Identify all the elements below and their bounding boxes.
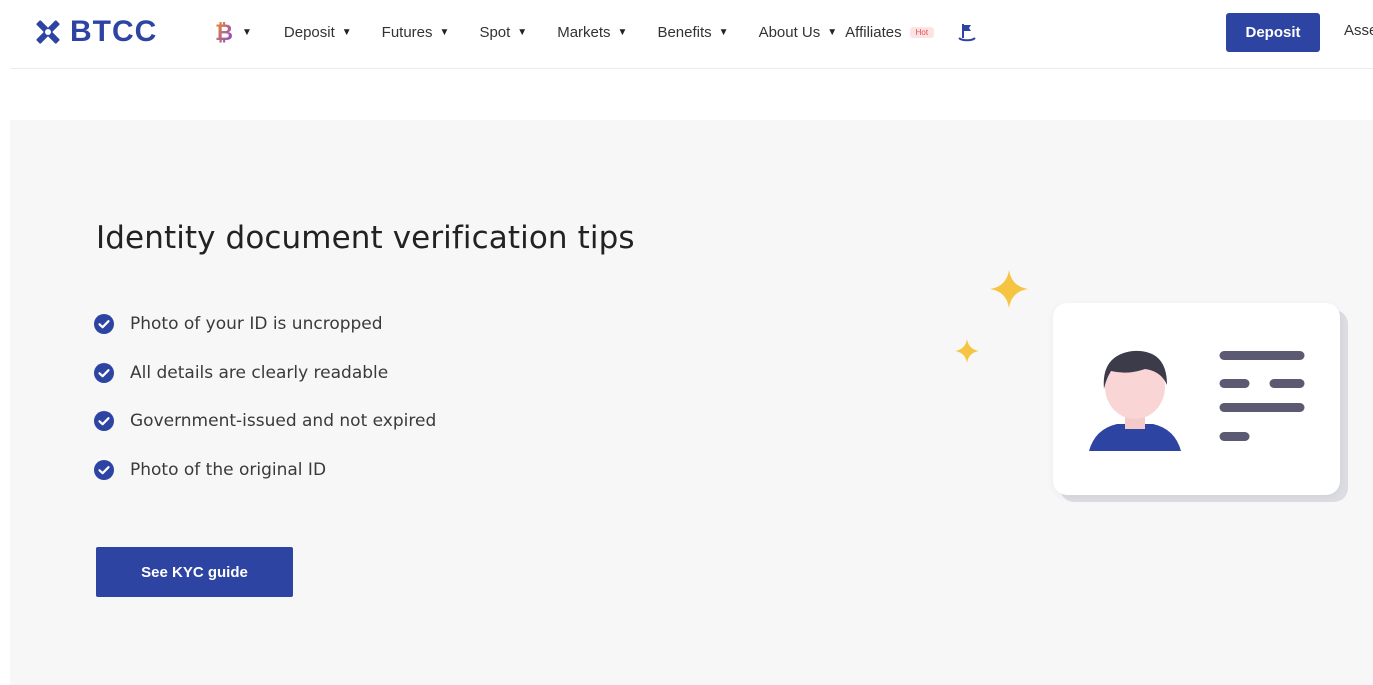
caret-down-icon: ▼: [517, 26, 528, 38]
main-nav: ₿ ▼ Deposit ▼ Futures ▼ Spot ▼ Markets ▼…: [214, 20, 978, 44]
check-circle-icon: [94, 314, 114, 334]
verification-tips-panel: Identity document verification tips Phot…: [10, 120, 1373, 685]
sparkle-icon: [955, 339, 979, 363]
svg-text:₿: ₿: [215, 20, 233, 44]
id-card-illustration: [1053, 303, 1340, 495]
caret-down-icon: ▼: [827, 26, 838, 38]
id-card-lines: [1219, 351, 1305, 441]
nav-label: Futures: [381, 23, 433, 41]
hot-badge: Hot: [909, 26, 935, 38]
brand-name: BTCC: [70, 15, 158, 48]
nav-label: Affiliates: [845, 23, 902, 41]
caret-down-icon: ▼: [439, 26, 450, 38]
page-title: Identity document verification tips: [96, 220, 635, 256]
nav-spot[interactable]: Spot ▼: [479, 24, 527, 41]
nav-label: Spot: [479, 23, 511, 41]
caret-down-icon: ▼: [242, 26, 252, 38]
flag-icon[interactable]: [956, 21, 978, 43]
nav-affiliates[interactable]: Affiliates Hot: [845, 23, 935, 41]
tip-text: Photo of the original ID: [130, 459, 327, 480]
nav-label: Deposit: [283, 23, 335, 41]
nav-label: About Us: [758, 23, 821, 41]
tip-text: All details are clearly readable: [130, 362, 389, 383]
list-item: Government-issued and not expired: [94, 410, 436, 432]
tips-list: Photo of your ID is uncropped All detail…: [94, 313, 436, 507]
check-circle-icon: [94, 411, 114, 431]
btcc-logo-icon: [36, 20, 60, 44]
nav-markets[interactable]: Markets ▼: [557, 24, 627, 41]
list-item: Photo of your ID is uncropped: [94, 313, 436, 335]
caret-down-icon: ▼: [341, 26, 352, 38]
list-item: Photo of the original ID: [94, 459, 436, 481]
tip-text: Government-issued and not expired: [130, 411, 437, 431]
caret-down-icon: ▼: [718, 26, 729, 38]
list-item: All details are clearly readable: [94, 362, 436, 384]
avatar-icon: [1089, 350, 1181, 451]
nav-benefits[interactable]: Benefits ▼: [657, 24, 728, 41]
nav-label: Benefits: [657, 23, 712, 41]
see-kyc-guide-button[interactable]: See KYC guide: [96, 547, 293, 597]
bitcoin-icon: ₿: [215, 20, 233, 44]
deposit-button[interactable]: Deposit: [1226, 13, 1320, 52]
coin-selector[interactable]: ₿ ▼: [214, 20, 252, 44]
check-circle-icon: [94, 459, 114, 480]
nav-deposit[interactable]: Deposit ▼: [284, 24, 352, 41]
tip-text: Photo of your ID is uncropped: [130, 314, 383, 334]
assets-link[interactable]: Asse: [1344, 22, 1373, 39]
sparkle-icon: [990, 270, 1028, 308]
nav-futures[interactable]: Futures ▼: [382, 24, 450, 41]
top-navbar: BTCC ₿ ▼ Deposit ▼ Futures ▼ Spot ▼ Mark…: [10, 0, 1373, 69]
caret-down-icon: ▼: [617, 26, 628, 38]
nav-label: Markets: [557, 23, 611, 41]
check-circle-icon: [94, 362, 114, 383]
nav-about-us[interactable]: About Us ▼: [759, 24, 838, 41]
btcc-logo[interactable]: BTCC: [32, 14, 157, 50]
